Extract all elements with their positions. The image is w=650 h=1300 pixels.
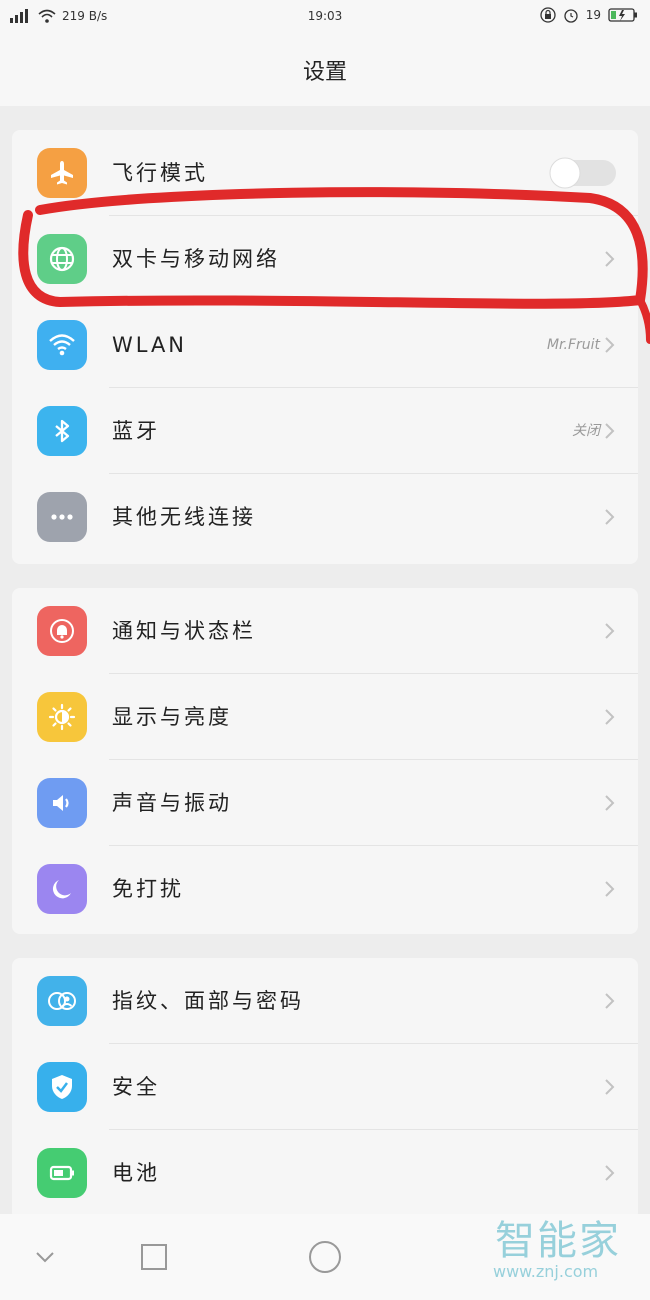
chevron-right-icon (605, 623, 615, 639)
watermark: 智能家 www.znj.com (485, 1208, 645, 1288)
more-dots-icon (37, 492, 87, 542)
bluetooth-icon (37, 406, 87, 456)
chevron-right-icon (605, 795, 615, 811)
chevron-right-icon (605, 251, 615, 267)
setting-do-not-disturb[interactable]: 免打扰 (12, 846, 638, 932)
chevron-down-icon[interactable] (30, 1242, 60, 1272)
setting-label: 指纹、面部与密码 (112, 989, 304, 1013)
setting-other-wireless[interactable]: 其他无线连接 (12, 474, 638, 560)
lock-icon (540, 7, 556, 23)
circle-icon[interactable] (308, 1240, 342, 1274)
chevron-right-icon (605, 1079, 615, 1095)
setting-sound-vibration[interactable]: 声音与振动 (12, 760, 638, 846)
page-title: 设置 (302, 60, 347, 85)
watermark-logo-text: 智能家 (495, 1218, 621, 1264)
page-header: 设置 (0, 34, 650, 106)
settings-group-security: 指纹、面部与密码 安全 电池 (12, 958, 638, 1220)
setting-label: 免打扰 (112, 877, 184, 901)
setting-label: 通知与状态栏 (112, 619, 256, 643)
battery-status-icon (608, 8, 637, 22)
bell-icon (37, 606, 87, 656)
settings-group-connectivity: 飞行模式 双卡与移动网络 WLAN Mr.Fruit 蓝牙 关闭 其他无线连接 (12, 130, 638, 564)
setting-label: 安全 (112, 1075, 160, 1099)
wifi-icon (37, 320, 87, 370)
setting-display-brightness[interactable]: 显示与亮度 (12, 674, 638, 760)
chevron-right-icon (605, 1165, 615, 1181)
setting-label: WLAN (112, 333, 188, 357)
chevron-right-icon (605, 423, 615, 439)
setting-label: 蓝牙 (112, 419, 160, 443)
setting-dual-sim-mobile-network[interactable]: 双卡与移动网络 (12, 216, 638, 302)
setting-label: 声音与振动 (112, 791, 232, 815)
setting-security[interactable]: 安全 (12, 1044, 638, 1130)
watermark-url: www.znj.com (493, 1262, 599, 1281)
setting-label: 显示与亮度 (112, 705, 232, 729)
setting-label: 双卡与移动网络 (112, 247, 280, 271)
status-bar: 219 B/s 19:03 19 (0, 0, 650, 34)
chevron-right-icon (605, 881, 615, 897)
battery-percent: 19 (585, 8, 601, 22)
chevron-right-icon (605, 709, 615, 725)
setting-label: 电池 (112, 1161, 160, 1185)
airplane-icon (37, 148, 87, 198)
speaker-icon (37, 778, 87, 828)
setting-battery[interactable]: 电池 (12, 1130, 638, 1216)
settings-group-display-sound: 通知与状态栏 显示与亮度 声音与振动 免打扰 (12, 588, 638, 934)
setting-bluetooth[interactable]: 蓝牙 关闭 (12, 388, 638, 474)
setting-label: 飞行模式 (112, 161, 208, 185)
setting-airplane-mode[interactable]: 飞行模式 (12, 130, 638, 216)
fingerprint-icon (37, 976, 87, 1026)
moon-icon (37, 864, 87, 914)
chevron-right-icon (605, 337, 615, 353)
square-icon[interactable] (139, 1242, 169, 1272)
setting-value: 关闭 (572, 423, 600, 439)
chevron-right-icon (605, 993, 615, 1009)
setting-fingerprint-face-password[interactable]: 指纹、面部与密码 (12, 958, 638, 1044)
battery-icon (37, 1148, 87, 1198)
alarm-icon (564, 9, 578, 23)
brightness-icon (37, 692, 87, 742)
setting-value: Mr.Fruit (546, 337, 600, 353)
airplane-mode-toggle[interactable] (548, 156, 618, 190)
chevron-right-icon (605, 509, 615, 525)
setting-wlan[interactable]: WLAN Mr.Fruit (12, 302, 638, 388)
setting-label: 其他无线连接 (112, 505, 256, 529)
shield-icon (37, 1062, 87, 1112)
globe-icon (37, 234, 87, 284)
setting-notifications-status-bar[interactable]: 通知与状态栏 (12, 588, 638, 674)
